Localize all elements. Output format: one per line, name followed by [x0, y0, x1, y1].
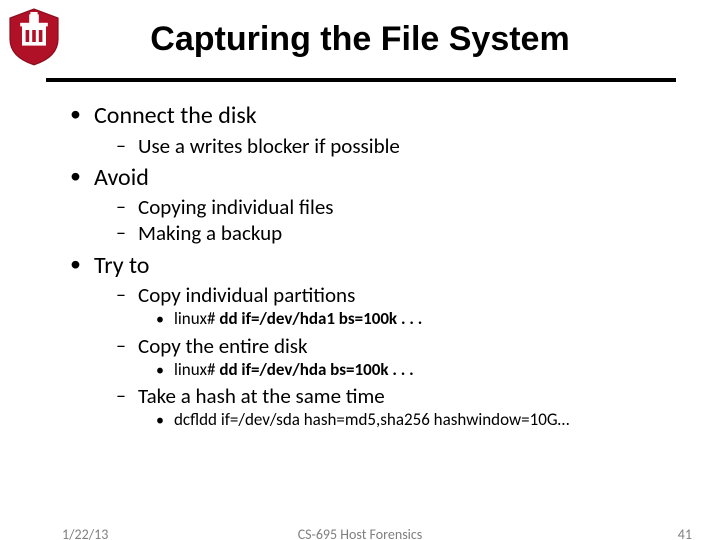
list-item: •dcfldd if=/dev/sda hash=md5,sha256 hash…	[156, 410, 680, 432]
bullet-list: •Connect the disk –Use a writes blocker …	[70, 102, 680, 433]
slide-title: Capturing the File System	[0, 20, 720, 59]
bullet-text: Use a writes blocker if possible	[138, 134, 400, 158]
command-body: dd if=/dev/hda bs=100k . . .	[219, 359, 413, 380]
bullet-dash-icon: –	[116, 384, 138, 408]
list-item: –Copy the entire disk •linux# dd if=/dev…	[116, 334, 680, 383]
bullet-text: Try to	[94, 252, 149, 280]
bullet-dash-icon: –	[116, 134, 138, 158]
command-text: linux# dd if=/dev/hda bs=100k . . .	[174, 360, 414, 382]
list-item: –Copying individual files	[116, 195, 680, 219]
bullet-text: Copy the entire disk	[138, 334, 308, 358]
command-text: linux# dd if=/dev/hda1 bs=100k . . .	[174, 309, 422, 331]
footer-page-number: 41	[678, 526, 692, 540]
bullet-dot-icon: •	[156, 360, 174, 382]
list-item: –Copy individual partitions •linux# dd i…	[116, 283, 680, 332]
list-item: –Making a backup	[116, 221, 680, 245]
list-item: •Try to –Copy individual partitions •lin…	[70, 252, 680, 433]
title-underline	[46, 78, 676, 82]
slide: Capturing the File System •Connect the d…	[0, 0, 720, 540]
footer-title: CS-695 Host Forensics	[0, 526, 720, 540]
list-item: –Take a hash at the same time •dcfldd if…	[116, 384, 680, 433]
bullet-text: Connect the disk	[94, 102, 257, 130]
bullet-text: Take a hash at the same time	[138, 384, 385, 408]
bullet-text: Copy individual partitions	[138, 283, 355, 307]
command-prompt: linux#	[174, 359, 219, 380]
list-item: •linux# dd if=/dev/hda1 bs=100k . . .	[156, 309, 680, 331]
bullet-text: Avoid	[94, 164, 149, 192]
list-item: •Connect the disk –Use a writes blocker …	[70, 102, 680, 158]
list-item: •linux# dd if=/dev/hda bs=100k . . .	[156, 360, 680, 382]
command-body: dd if=/dev/hda1 bs=100k . . .	[219, 308, 422, 329]
bullet-text: Making a backup	[138, 221, 282, 245]
bullet-dot-icon: •	[70, 252, 94, 280]
bullet-dash-icon: –	[116, 195, 138, 219]
bullet-dot-icon: •	[70, 102, 94, 130]
bullet-dot-icon: •	[70, 164, 94, 192]
list-item: •Avoid –Copying individual files –Making…	[70, 164, 680, 246]
command-prompt: linux#	[174, 308, 219, 329]
bullet-dash-icon: –	[116, 221, 138, 245]
command-text: dcfldd if=/dev/sda hash=md5,sha256 hashw…	[174, 410, 569, 432]
bullet-dot-icon: •	[156, 410, 174, 432]
bullet-dash-icon: –	[116, 283, 138, 307]
bullet-text: Copying individual files	[138, 195, 334, 219]
bullet-dash-icon: –	[116, 334, 138, 358]
list-item: –Use a writes blocker if possible	[116, 134, 680, 158]
content-area: •Connect the disk –Use a writes blocker …	[70, 96, 680, 433]
bullet-dot-icon: •	[156, 309, 174, 331]
